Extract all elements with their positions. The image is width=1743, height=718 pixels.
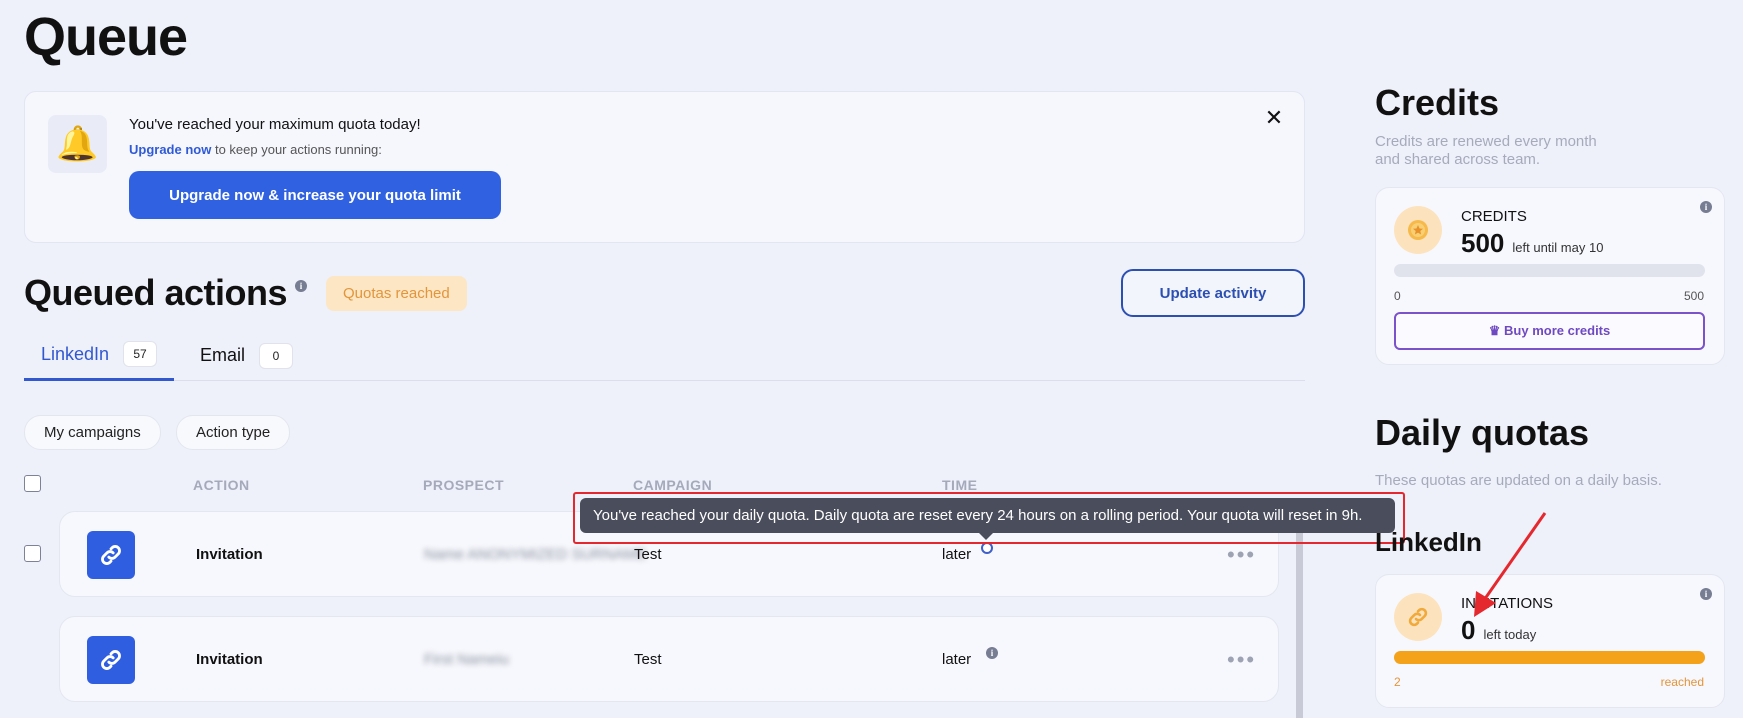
crown-icon: ♛ [1488,323,1501,338]
row-prospect: Name ANONYMIZED SURNAME [424,546,647,563]
tab-email[interactable]: Email 0 [200,330,294,381]
credits-card: CREDITS 500 left until may 10 i 0 500 ♛ B… [1375,187,1725,365]
more-options-icon[interactable]: ••• [1227,542,1256,568]
invitations-progress-bar [1394,651,1705,664]
column-header-action: ACTION [193,477,250,493]
row-action: Invitation [196,651,263,668]
queued-actions-title: Queued actions [24,272,288,313]
credits-label: CREDITS [1461,208,1527,225]
row-checkbox[interactable] [24,545,41,562]
scrollbar[interactable] [1296,528,1303,718]
info-icon[interactable]: i [1700,201,1712,213]
invitations-bar-left: 2 [1394,675,1401,689]
tab-label: LinkedIn [41,343,110,364]
banner-subtitle: Upgrade now to keep your actions running… [129,142,382,157]
upgrade-link[interactable]: Upgrade now [129,142,211,157]
credits-progress-bar [1394,264,1705,277]
info-icon[interactable]: i [295,280,307,292]
buy-more-credits-button[interactable]: ♛ Buy more credits [1394,312,1705,350]
daily-quotas-description: These quotas are updated on a daily basi… [1375,472,1662,489]
invitations-bar-right: reached [1660,675,1704,689]
credits-description: Credits are renewed every month and shar… [1375,133,1597,168]
daily-quotas-title: Daily quotas [1375,412,1590,453]
info-icon[interactable]: i [986,647,998,659]
row-campaign: Test [634,546,662,563]
filter-my-campaigns[interactable]: My campaigns [24,415,161,450]
credits-value: 500 left until may 10 [1461,228,1603,259]
annotation-highlight-box [573,492,1405,544]
credits-title: Credits [1375,82,1500,123]
credits-bar-max: 500 [1683,289,1704,303]
quotas-reached-badge: Quotas reached [326,276,467,311]
link-icon [87,531,135,579]
row-time: later [942,546,972,563]
credits-number: 500 [1461,228,1505,258]
more-options-icon[interactable]: ••• [1227,647,1256,673]
tab-count: 0 [259,342,294,369]
invitations-value-sub: left today [1483,627,1537,642]
info-icon[interactable]: i [1700,588,1712,600]
tab-label: Email [200,345,246,365]
table-row[interactable]: Invitation First Nameiu Test later i ••• [59,616,1279,702]
close-icon[interactable]: ✕ [1262,106,1286,130]
link-icon [1394,593,1442,641]
upgrade-quota-button[interactable]: Upgrade now & increase your quota limit [129,171,501,219]
coin-icon [1394,206,1442,254]
row-time: later [942,651,972,668]
row-campaign: Test [634,651,662,668]
banner-subtitle-text: to keep your actions running: [211,142,382,157]
filter-action-type[interactable]: Action type [176,415,291,450]
buy-more-credits-label: Buy more credits [1504,323,1611,338]
quota-banner: 🔔 You've reached your maximum quota toda… [24,91,1305,243]
update-activity-button[interactable]: Update activity [1121,269,1305,317]
select-all-checkbox[interactable] [24,475,41,492]
column-header-time: TIME [942,477,978,493]
page-title: Queue [24,7,188,67]
row-action: Invitation [196,546,263,563]
channel-tabs: LinkedIn 57 Email 0 [24,330,1305,381]
credits-value-sub: left until may 10 [1512,240,1604,255]
bell-icon: 🔔 [48,115,107,173]
invitations-progress-fill [1394,651,1705,664]
credits-bar-min: 0 [1394,289,1401,303]
tab-count: 57 [123,341,158,367]
column-header-prospect: PROSPECT [423,477,505,493]
column-header-campaign: CAMPAIGN [633,477,713,493]
banner-title: You've reached your maximum quota today! [129,116,421,133]
link-icon [87,636,135,684]
row-prospect: First Nameiu [424,651,510,668]
annotation-arrow [1474,512,1547,617]
tab-linkedin[interactable]: LinkedIn 57 [24,330,175,381]
